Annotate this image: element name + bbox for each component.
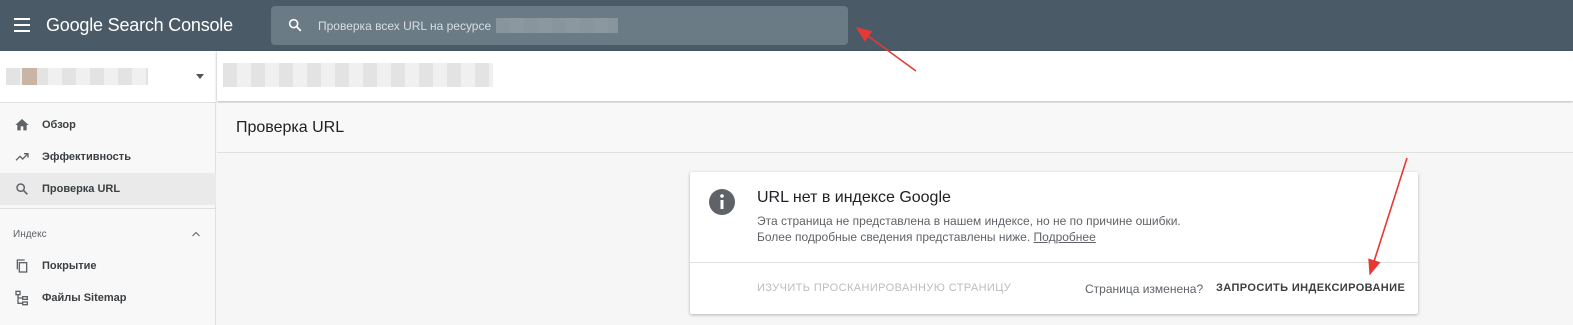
chevron-up-icon[interactable]	[190, 229, 202, 239]
search-icon	[288, 18, 302, 32]
card-divider	[690, 262, 1418, 263]
sidebar: Обзор Эффективность Проверка URL Индекс …	[0, 51, 216, 325]
sidebar-item-overview[interactable]: Обзор	[0, 109, 216, 141]
learn-more-link[interactable]: Подробнее	[1034, 230, 1096, 244]
page-header: Проверка URL	[217, 103, 1573, 153]
view-crawled-page-button[interactable]: ИЗУЧИТЬ ПРОСКАНИРОВАННУЮ СТРАНИЦУ	[757, 282, 1011, 294]
sidebar-item-performance[interactable]: Эффективность	[0, 141, 216, 173]
description-text: Более подробные сведения представлены ни…	[757, 230, 1031, 244]
sidebar-item-label: Файлы Sitemap	[42, 292, 127, 304]
trending-up-icon	[15, 153, 29, 161]
property-selector[interactable]	[0, 51, 216, 103]
sidebar-item-coverage[interactable]: Покрытие	[0, 250, 216, 282]
sidebar-item-label: Эффективность	[42, 151, 131, 163]
menu-icon[interactable]	[14, 18, 30, 32]
app-logo[interactable]: Google Search Console	[46, 15, 233, 36]
index-status-title: URL нет в индексе Google	[757, 189, 951, 206]
description-line: Более подробные сведения представлены ни…	[757, 229, 1181, 245]
url-inspect-search[interactable]	[271, 6, 848, 45]
sidebar-section-index[interactable]: Индекс	[13, 229, 47, 240]
search-icon	[16, 183, 28, 195]
redacted-inspected-url	[223, 63, 493, 87]
index-status-description: Эта страница не представлена в нашем инд…	[757, 213, 1181, 245]
pages-icon	[16, 259, 28, 273]
sidebar-item-label: Обзор	[42, 119, 76, 131]
inspected-url-bar	[217, 51, 1573, 101]
sidebar-item-sitemaps[interactable]: Файлы Sitemap	[0, 282, 216, 314]
home-icon	[15, 119, 29, 131]
index-status-card: URL нет в индексе Google Эта страница не…	[690, 172, 1418, 314]
sidebar-divider	[0, 208, 216, 209]
info-icon	[709, 189, 735, 215]
redacted-property-url	[496, 18, 618, 33]
description-line: Эта страница не представлена в нашем инд…	[757, 214, 1181, 228]
search-input[interactable]	[318, 6, 498, 45]
dropdown-arrow-icon	[196, 74, 204, 79]
page-title: Проверка URL	[236, 119, 345, 136]
sidebar-item-url-inspection[interactable]: Проверка URL	[0, 173, 216, 205]
top-app-bar: Google Search Console	[0, 0, 1573, 51]
sitemap-icon	[15, 290, 28, 306]
page-changed-text: Страница изменена?	[1085, 282, 1204, 296]
sidebar-item-label: Проверка URL	[42, 183, 121, 195]
property-favicon	[22, 68, 37, 85]
request-indexing-button[interactable]: ЗАПРОСИТЬ ИНДЕКСИРОВАНИЕ	[1216, 282, 1405, 294]
sidebar-item-label: Покрытие	[42, 260, 97, 272]
